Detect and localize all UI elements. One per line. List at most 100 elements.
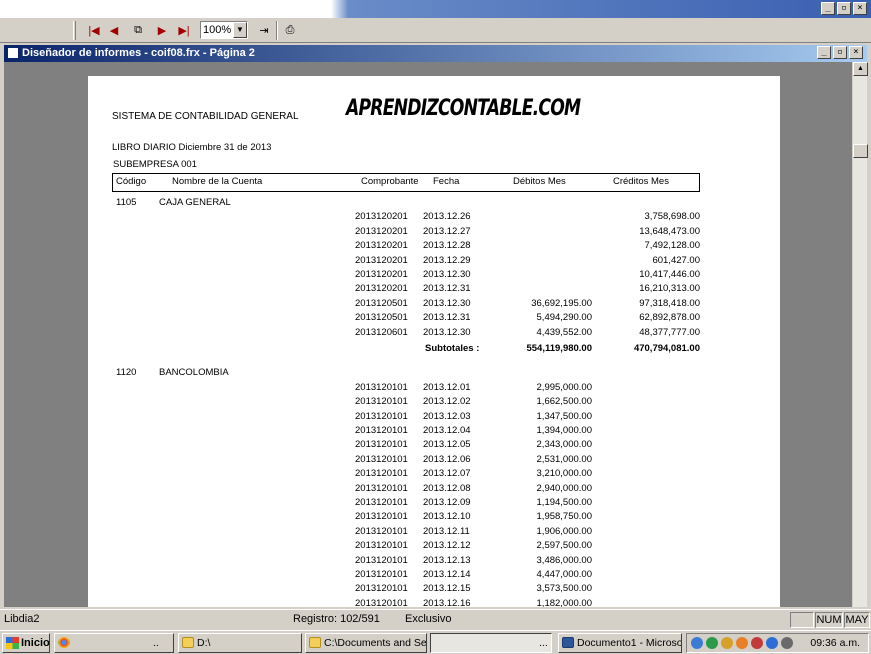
voucher-cell: 2013120101 — [355, 540, 408, 552]
report-close-button[interactable]: × — [849, 46, 863, 59]
print-icon[interactable]: ⎙ — [280, 21, 300, 40]
window-title: Diseñador de informes - coif08.frx - Pág… — [22, 47, 255, 59]
exit-icon[interactable]: ⇥ — [254, 21, 274, 40]
date-cell: 2013.12.03 — [423, 410, 471, 422]
voucher-cell: 2013120101 — [355, 381, 408, 393]
col-voucher: Comprobante — [361, 176, 419, 187]
account-name: BANCOLOMBIA — [159, 367, 229, 379]
credit-cell: 97,318,418.00 — [639, 297, 700, 309]
date-cell: 2013.12.27 — [423, 225, 471, 237]
vertical-scrollbar[interactable]: ▲ — [852, 62, 868, 607]
account-code: 1105 — [116, 197, 137, 208]
date-cell: 2013.12.13 — [423, 554, 471, 566]
voucher-cell: 2013120101 — [355, 583, 408, 595]
word-icon — [562, 637, 574, 648]
debit-cell: 1,182,000.00 — [536, 597, 592, 607]
antivirus-icon[interactable] — [751, 637, 763, 649]
prev-record-icon[interactable]: ◀ — [104, 21, 124, 40]
voucher-cell: 2013120201 — [355, 225, 408, 237]
report-page: SISTEMA DE CONTABILIDAD GENERAL APRENDIZ… — [88, 76, 780, 607]
date-cell: 2013.12.07 — [423, 468, 471, 480]
voucher-cell: 2013120201 — [355, 240, 408, 252]
credit-cell: 10,417,446.00 — [639, 269, 700, 280]
subtotal-debits: 554,119,980.00 — [526, 343, 592, 354]
taskbar-item-folder-d[interactable]: D:\ — [178, 633, 302, 653]
date-cell: 2013.12.04 — [423, 425, 471, 436]
system-title: SISTEMA DE CONTABILIDAD GENERAL — [112, 111, 299, 122]
system-tray: 09:36 a.m. — [686, 633, 869, 653]
close-button[interactable]: × — [853, 2, 867, 15]
debit-cell: 36,692,195.00 — [531, 297, 592, 309]
account-code: 1120 — [116, 367, 137, 379]
zoom-value: 100% — [203, 24, 232, 36]
col-debits: Débitos Mes — [513, 176, 566, 187]
restore-button[interactable]: ▫ — [837, 2, 851, 15]
col-credits: Créditos Mes — [613, 176, 669, 187]
col-name: Nombre de la Cuenta — [172, 176, 263, 187]
status-num: NUM — [815, 612, 843, 628]
report-window-titlebar: Diseñador de informes - coif08.frx - Pág… — [4, 45, 867, 62]
preview-area[interactable]: SISTEMA DE CONTABILIDAD GENERAL APRENDIZ… — [4, 62, 852, 607]
app-tray-icon[interactable] — [736, 637, 748, 649]
scroll-up-icon[interactable]: ▲ — [853, 62, 868, 76]
status-mode: Exclusivo — [405, 613, 452, 625]
copy-icon[interactable]: ⧉ — [128, 21, 148, 40]
first-record-icon[interactable]: |◀ — [84, 21, 104, 40]
last-record-icon[interactable]: ▶| — [174, 21, 194, 40]
col-code: Código — [116, 176, 147, 187]
zoom-select[interactable]: 100% ▼ — [200, 21, 248, 39]
date-cell: 2013.12.06 — [423, 453, 471, 465]
volume-icon[interactable] — [781, 637, 793, 649]
task-label: Documento1 - Microso... — [577, 637, 682, 649]
windows-flag-icon — [6, 637, 19, 649]
taskbar-item-active[interactable]: ... — [430, 633, 552, 653]
scroll-thumb[interactable] — [853, 144, 868, 158]
taskbar: Inicio .. D:\ C:\Documents and Se... ...… — [0, 630, 871, 654]
credit-cell: 601,427.00 — [652, 254, 700, 266]
network-icon[interactable] — [691, 637, 703, 649]
security-icon[interactable] — [706, 637, 718, 649]
task-label: C:\Documents and Se... — [324, 637, 427, 649]
credit-cell: 16,210,313.00 — [639, 283, 700, 295]
date-cell: 2013.12.02 — [423, 396, 471, 408]
voucher-cell: 2013120101 — [355, 597, 408, 607]
taskbar-item-browser[interactable]: .. — [54, 633, 174, 653]
debit-cell: 1,194,500.00 — [536, 497, 592, 508]
date-cell: 2013.12.11 — [423, 525, 470, 537]
status-caps: MAY — [844, 612, 870, 628]
update-icon[interactable] — [721, 637, 733, 649]
status-bar: Libdia2 Registro: 102/591 Exclusivo NUM … — [0, 609, 871, 629]
report-minimize-button[interactable]: _ — [817, 46, 831, 59]
messenger-icon[interactable] — [766, 637, 778, 649]
debit-cell: 3,210,000.00 — [536, 468, 592, 480]
app-titlebar: _ ▫ × — [0, 0, 871, 18]
voucher-cell: 2013120501 — [355, 312, 408, 324]
folder-icon — [182, 637, 194, 648]
next-record-icon[interactable]: ▶ — [152, 21, 172, 40]
book-title: LIBRO DIARIO Diciembre 31 de 2013 — [112, 142, 272, 153]
taskbar-item-word[interactable]: Documento1 - Microso... — [558, 633, 682, 653]
debit-cell: 1,958,750.00 — [536, 511, 592, 523]
debit-cell: 1,906,000.00 — [536, 525, 592, 537]
toolbar-grip[interactable] — [73, 21, 76, 40]
credit-cell: 3,758,698.00 — [644, 211, 700, 223]
minimize-button[interactable]: _ — [821, 2, 835, 15]
debit-cell: 3,486,000.00 — [536, 554, 592, 566]
toolbar-divider — [276, 21, 278, 40]
voucher-cell: 2013120101 — [355, 396, 408, 408]
date-cell: 2013.12.15 — [423, 583, 471, 595]
voucher-cell: 2013120501 — [355, 297, 408, 309]
debit-cell: 2,343,000.00 — [536, 439, 592, 451]
taskbar-item-folder-docs[interactable]: C:\Documents and Se... — [305, 633, 427, 653]
task-label: .. — [153, 637, 159, 649]
voucher-cell: 2013120101 — [355, 569, 408, 580]
task-label: D:\ — [197, 637, 211, 649]
date-cell: 2013.12.01 — [423, 381, 471, 393]
chevron-down-icon[interactable]: ▼ — [233, 22, 247, 38]
debit-cell: 1,394,000.00 — [536, 425, 592, 436]
start-button[interactable]: Inicio — [2, 633, 50, 653]
voucher-cell: 2013120201 — [355, 269, 408, 280]
voucher-cell: 2013120601 — [355, 326, 408, 338]
report-restore-button[interactable]: ▫ — [833, 46, 847, 59]
credit-cell: 62,892,878.00 — [639, 312, 700, 324]
